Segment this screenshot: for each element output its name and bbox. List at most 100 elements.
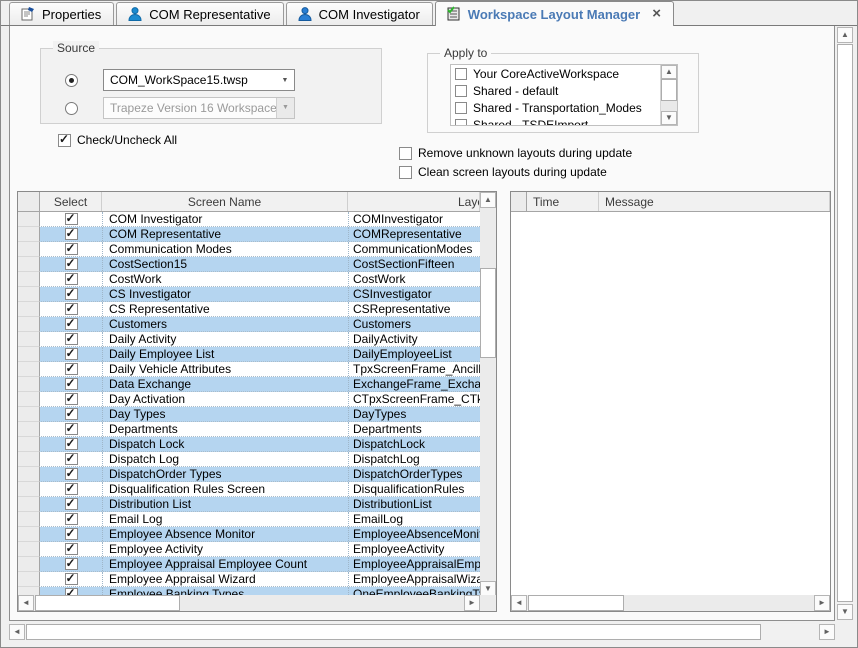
row-select-cell[interactable] [40,287,102,301]
row-select-cell[interactable] [40,557,102,571]
row-checkbox[interactable] [65,453,78,465]
row-select-cell[interactable] [40,542,102,556]
remove-unknown-checkbox[interactable] [399,147,412,160]
column-header-message[interactable]: Message [599,192,830,211]
row-checkbox[interactable] [65,528,78,540]
table-row[interactable]: CostWorkCostWork [18,272,480,287]
scroll-down-button[interactable]: ▼ [661,111,677,125]
table-row[interactable]: CS RepresentativeCSRepresentative [18,302,480,317]
scroll-up-button[interactable]: ▲ [661,65,677,79]
column-header-time[interactable]: Time [527,192,599,211]
table-row[interactable]: COM RepresentativeCOMRepresentative [18,227,480,242]
row-select-cell[interactable] [40,377,102,391]
row-select-cell[interactable] [40,302,102,316]
row-checkbox[interactable] [65,573,78,585]
row-checkbox[interactable] [65,318,78,330]
row-checkbox[interactable] [65,243,78,255]
apply-item-checkbox[interactable] [455,68,467,80]
scroll-left-button[interactable]: ◄ [9,624,25,640]
source-file-combobox[interactable]: COM_WorkSpace15.twsp ▼ [103,69,295,91]
scrollbar-thumb[interactable] [26,624,761,640]
table-row[interactable]: Employee Absence MonitorEmployeeAbsenceM… [18,527,480,542]
scroll-right-button[interactable]: ► [464,595,480,611]
row-select-cell[interactable] [40,212,102,226]
scroll-right-button[interactable]: ► [819,624,835,640]
row-checkbox[interactable] [65,393,78,405]
source-file-radio[interactable] [65,74,78,87]
scroll-left-button[interactable]: ◄ [511,595,527,611]
row-checkbox[interactable] [65,288,78,300]
table-row[interactable]: CS InvestigatorCSInvestigator [18,287,480,302]
scroll-left-button[interactable]: ◄ [18,595,34,611]
column-header-select[interactable]: Select [40,192,102,211]
row-checkbox[interactable] [65,258,78,270]
check-uncheck-all[interactable]: Check/Uncheck All [58,133,177,147]
row-select-cell[interactable] [40,572,102,586]
row-checkbox[interactable] [65,558,78,570]
chevron-down-icon[interactable]: ▼ [276,77,294,84]
column-header-layout[interactable]: Layout [348,192,480,211]
row-checkbox[interactable] [65,513,78,525]
row-checkbox[interactable] [65,348,78,360]
grid-horizontal-scrollbar[interactable]: ◄ ► [18,595,480,611]
table-row[interactable]: Communication ModesCommunicationModes [18,242,480,257]
table-row[interactable]: Disqualification Rules ScreenDisqualific… [18,482,480,497]
row-select-cell[interactable] [40,467,102,481]
list-item[interactable]: Shared - TSDEImport [451,116,677,126]
scrollbar-thumb[interactable] [661,79,677,101]
table-row[interactable]: Employee ActivityEmployeeActivity [18,542,480,557]
row-checkbox[interactable] [65,483,78,495]
remove-unknown-layouts-option[interactable]: Remove unknown layouts during update [399,146,632,160]
table-row[interactable]: Email LogEmailLog [18,512,480,527]
row-select-cell[interactable] [40,497,102,511]
row-checkbox[interactable] [65,303,78,315]
row-checkbox[interactable] [65,363,78,375]
row-checkbox[interactable] [65,423,78,435]
table-row[interactable]: Dispatch LogDispatchLog [18,452,480,467]
table-row[interactable]: Employee Appraisal WizardEmployeeApprais… [18,572,480,587]
log-horizontal-scrollbar[interactable]: ◄ ► [511,595,830,611]
row-select-cell[interactable] [40,482,102,496]
scrollbar-thumb[interactable] [837,44,853,602]
row-checkbox[interactable] [65,543,78,555]
list-item[interactable]: Shared - default [451,82,677,99]
row-select-cell[interactable] [40,422,102,436]
window-vertical-scrollbar[interactable]: ▲ ▼ [837,27,853,620]
tab-properties[interactable]: Properties [9,2,114,25]
apply-item-checkbox[interactable] [455,119,467,127]
scrollbar-thumb[interactable] [528,595,624,611]
table-row[interactable]: Daily ActivityDailyActivity [18,332,480,347]
row-select-cell[interactable] [40,392,102,406]
tab-workspace-layout-manager[interactable]: Workspace Layout Manager × [435,1,674,26]
close-icon[interactable]: × [652,8,661,20]
check-all-checkbox[interactable] [58,134,71,147]
row-select-cell[interactable] [40,512,102,526]
row-checkbox[interactable] [65,333,78,345]
row-checkbox[interactable] [65,408,78,420]
row-select-cell[interactable] [40,272,102,286]
row-select-cell[interactable] [40,317,102,331]
row-select-cell[interactable] [40,227,102,241]
table-row[interactable]: Day ActivationCTpxScreenFrame_CTkLoa [18,392,480,407]
table-row[interactable]: Day TypesDayTypes [18,407,480,422]
scrollbar-thumb[interactable] [480,268,496,358]
table-row[interactable]: CostSection15CostSectionFifteen [18,257,480,272]
scroll-up-button[interactable]: ▲ [480,192,496,208]
window-horizontal-scrollbar[interactable]: ◄ ► [9,624,835,640]
list-item[interactable]: Your CoreActiveWorkspace [451,65,677,82]
row-checkbox[interactable] [65,378,78,390]
row-select-cell[interactable] [40,452,102,466]
table-row[interactable]: Daily Vehicle AttributesTpxScreenFrame_A… [18,362,480,377]
apply-item-checkbox[interactable] [455,85,467,97]
tab-com-investigator[interactable]: COM Investigator [286,2,433,25]
table-row[interactable]: Distribution ListDistributionList [18,497,480,512]
row-select-cell[interactable] [40,242,102,256]
scroll-up-button[interactable]: ▲ [837,27,853,43]
table-row[interactable]: Data ExchangeExchangeFrame_Exchang [18,377,480,392]
source-version-radio[interactable] [65,102,78,115]
row-checkbox[interactable] [65,438,78,450]
table-row[interactable]: DispatchOrder TypesDispatchOrderTypes [18,467,480,482]
table-row[interactable]: Employee Appraisal Employee CountEmploye… [18,557,480,572]
table-row[interactable]: Daily Employee ListDailyEmployeeList [18,347,480,362]
clean-screen-layouts-option[interactable]: Clean screen layouts during update [399,165,607,179]
